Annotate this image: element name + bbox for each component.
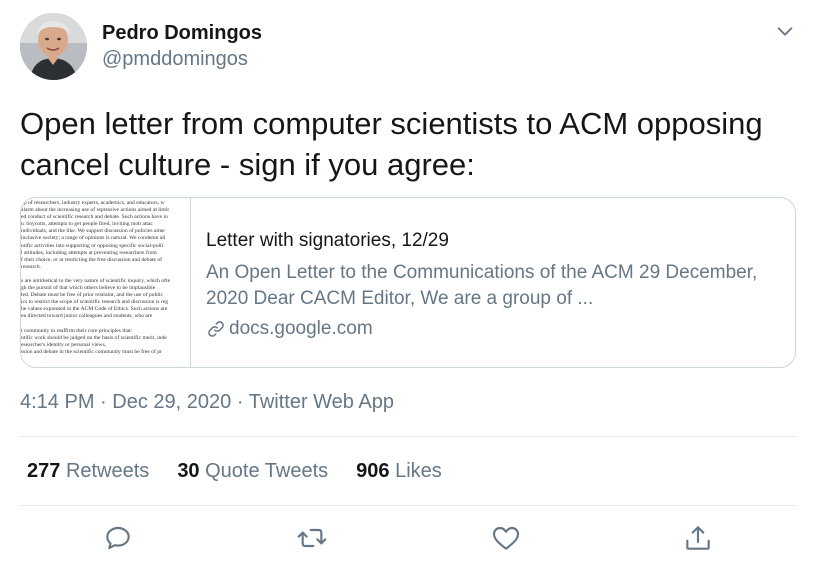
thumbnail-text-line: research.	[21, 263, 42, 270]
link-icon	[208, 321, 224, 337]
card-description: An Open Letter to the Communications of …	[206, 262, 758, 309]
thumbnail-text-line: s are antithetical to the very nature of…	[21, 277, 171, 284]
thumbnail-gap	[21, 271, 190, 278]
heart-icon[interactable]	[490, 522, 522, 554]
thumbnail-text-line: ic boycotts, attempts to get people fire…	[21, 221, 153, 228]
quote-tweets-count: 30	[177, 460, 200, 482]
share-icon[interactable]	[682, 522, 714, 554]
thumbnail-text-line: led. Debate must be free of prior restra…	[21, 292, 163, 299]
card-domain-row: docs.google.com	[206, 316, 786, 342]
likes-stat[interactable]: 906 Likes	[356, 460, 442, 483]
thumbnail-text-line: ntific work should be judged on the basi…	[21, 334, 167, 341]
thumbnail-text-line: he values expressed in the ACM Code of E…	[21, 306, 168, 313]
thumbnail-text-line: ssion and debate in the scientific commu…	[21, 348, 162, 355]
thumbnail-text-line: gh the pursuit of that which others beli…	[21, 285, 156, 292]
likes-label: Likes	[395, 460, 442, 482]
thumbnail-text-line: f their choice, or at restricting the fr…	[21, 256, 163, 263]
tweet-time[interactable]: 4:14 PM	[20, 391, 94, 413]
card-domain: docs.google.com	[229, 318, 373, 339]
retweets-label: Retweets	[65, 460, 150, 482]
divider	[20, 436, 796, 437]
card-thumbnail: up of researchers, industry experts, aca…	[21, 198, 191, 367]
link-card[interactable]: up of researchers, industry experts, aca…	[20, 197, 796, 368]
divider	[20, 505, 796, 506]
avatar[interactable]	[20, 13, 87, 80]
retweets-stat[interactable]: 277 Retweets	[27, 460, 149, 483]
meta-separator: ·	[236, 391, 244, 413]
retweets-count: 277	[27, 460, 61, 482]
card-body: Letter with signatories, 12/29 An Open L…	[206, 228, 786, 342]
reply-icon[interactable]	[102, 522, 134, 554]
quote-tweets-label: Quote Tweets	[205, 460, 329, 482]
thumbnail-text-line: en directed toward junior colleagues and…	[21, 313, 153, 320]
meta-separator: ·	[100, 391, 107, 413]
thumbnail-text-line: t community to reaffirm their core princ…	[21, 327, 133, 334]
author-handle[interactable]: @pmddomingos	[102, 48, 248, 71]
tweet-stats: 277 Retweets 30 Quote Tweets 906 Likes	[27, 460, 470, 483]
avatar-image	[20, 13, 87, 80]
tweet-date[interactable]: Dec 29, 2020	[112, 391, 231, 413]
thumbnail-text-line: l attitudes, including attempts at preve…	[21, 249, 157, 256]
tweet-meta: 4:14 PM · Dec 29, 2020 · Twitter Web App	[20, 391, 394, 414]
thumbnail-gap	[21, 321, 190, 328]
thumbnail-text-line: ics to restrict the scope of scientific …	[21, 299, 169, 306]
thumbnail-text-line: individuals, and the like. We support di…	[21, 228, 165, 235]
chevron-down-icon[interactable]	[774, 20, 796, 42]
tweet-text: Open letter from computer scientists to …	[20, 106, 763, 182]
card-title: Letter with signatories, 12/29	[206, 230, 449, 251]
thumbnail-text-line: inclusive society; a range of opinions i…	[21, 235, 166, 242]
tweet-source[interactable]: Twitter Web App	[249, 391, 394, 413]
likes-count: 906	[356, 460, 390, 482]
author-name[interactable]: Pedro Domingos	[102, 22, 262, 45]
thumbnail-text-line: up of researchers, industry experts, aca…	[21, 200, 165, 206]
thumbnail-text-line: ed conduct of scientific research and de…	[21, 214, 168, 221]
thumbnail-text-line: esearcher's identity or personal views,	[21, 341, 107, 348]
quote-tweets-stat[interactable]: 30 Quote Tweets	[177, 460, 328, 483]
thumbnail-text-line: alarm about the increasing use of repres…	[21, 207, 169, 214]
thumbnail-text-line: ntific activities into supporting or opp…	[21, 242, 164, 249]
retweet-icon[interactable]	[296, 522, 328, 554]
